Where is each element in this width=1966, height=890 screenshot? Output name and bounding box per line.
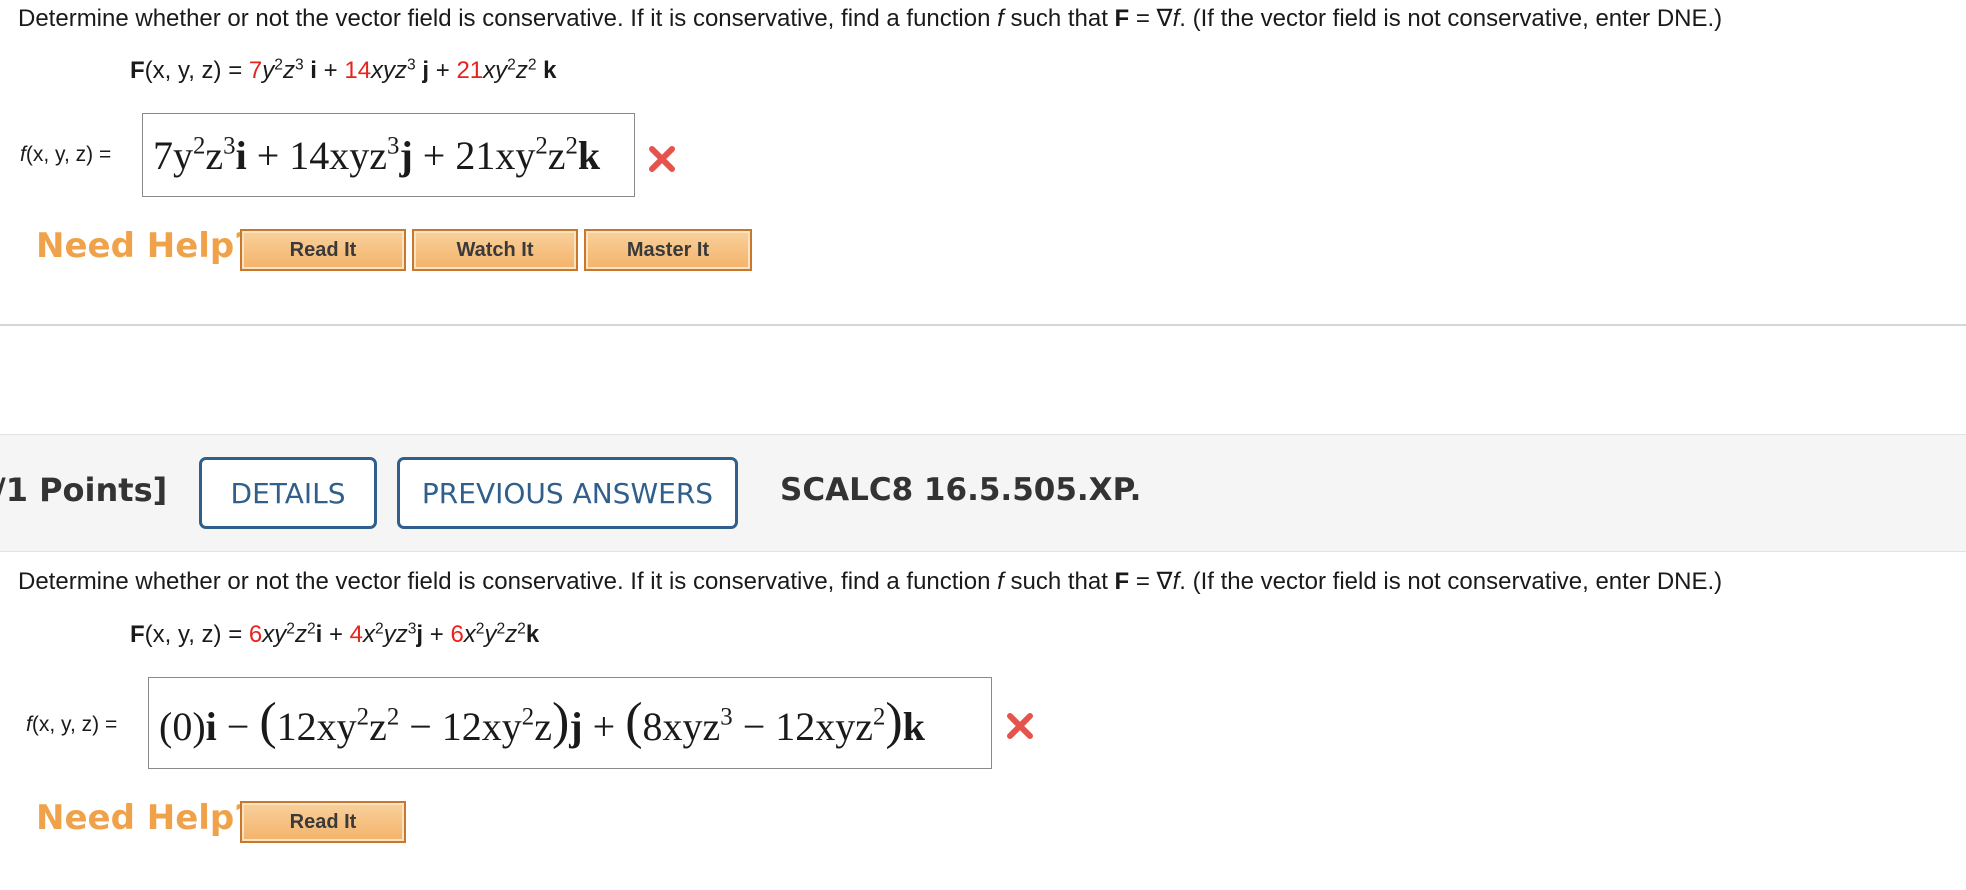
question-prompt: Determine whether or not the vector fiel… bbox=[18, 568, 1723, 595]
answer-expression: 7y2z3i + 14xyz3j + 21xy2z2k bbox=[153, 132, 601, 178]
need-help-label: Need Help? bbox=[36, 798, 254, 838]
question-prompt: Determine whether or not the vector fiel… bbox=[18, 5, 1723, 32]
f-label: f(x, y, z) = bbox=[20, 143, 112, 166]
f-label: f(x, y, z) = bbox=[26, 713, 118, 736]
x-mark-icon bbox=[649, 146, 675, 172]
need-help-label: Need Help? bbox=[36, 226, 254, 266]
read-it-button[interactable]: Read It bbox=[240, 229, 406, 271]
watch-it-button[interactable]: Watch It bbox=[412, 229, 578, 271]
x-mark-icon bbox=[1007, 713, 1033, 739]
answer-input[interactable]: 7y2z3i + 14xyz3j + 21xy2z2k bbox=[142, 113, 635, 197]
points-label: /1 Points] bbox=[0, 471, 168, 509]
details-button[interactable]: DETAILS bbox=[199, 457, 377, 529]
previous-answers-button[interactable]: PREVIOUS ANSWERS bbox=[397, 457, 738, 529]
read-it-button[interactable]: Read It bbox=[240, 801, 406, 843]
answer-input[interactable]: (0)i − (12xy2z2 − 12xy2z)j + (8xyz3 − 12… bbox=[148, 677, 992, 769]
question-code: SCALC8 16.5.505.XP. bbox=[780, 472, 1142, 508]
answer-expression: (0)i − (12xy2z2 − 12xy2z)j + (8xyz3 − 12… bbox=[159, 692, 925, 750]
vector-field-formula: F(x, y, z) = 7y2z3 i + 14xyz3 j + 21xy2z… bbox=[130, 56, 557, 84]
section-divider bbox=[0, 324, 1966, 326]
vector-field-formula: F(x, y, z) = 6xy2z2i + 4x2yz3j + 6x2y2z2… bbox=[130, 620, 540, 648]
master-it-button[interactable]: Master It bbox=[584, 229, 752, 271]
